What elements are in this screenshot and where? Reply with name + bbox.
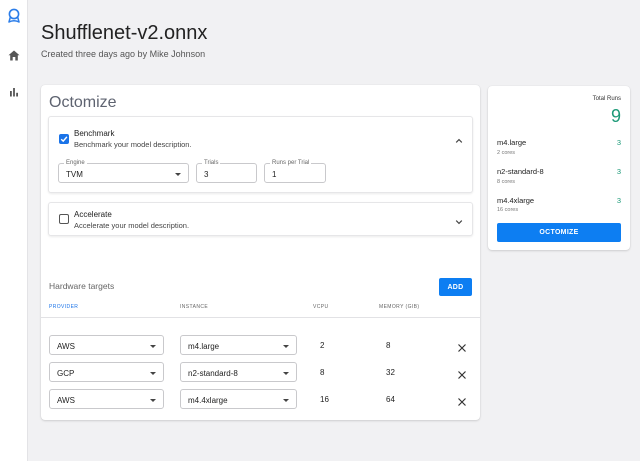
total-runs-label: Total Runs xyxy=(592,96,621,102)
run-summary-card: Total Runs 9 m4.large 2 cores 3 n2-stand… xyxy=(488,86,630,250)
summary-instance-name: m4.4xlarge xyxy=(497,196,535,205)
dropdown-caret-icon xyxy=(150,345,156,348)
benchmark-checkbox[interactable] xyxy=(59,134,69,144)
provider-select[interactable]: GCP xyxy=(49,362,164,382)
summary-instance-name: m4.large xyxy=(497,138,527,147)
instance-value: n2-standard-8 xyxy=(188,369,238,378)
page-subtitle: Created three days ago by Mike Johnson xyxy=(41,49,206,59)
summary-instance-cores: 2 cores xyxy=(497,150,516,156)
runs-per-trial-label: Runs per Trial xyxy=(270,159,312,167)
total-runs-count: 9 xyxy=(610,106,621,126)
vcpu-cell: 16 xyxy=(320,395,329,404)
bar-chart-icon[interactable] xyxy=(6,84,22,100)
accelerate-checkbox[interactable] xyxy=(59,214,69,224)
octomize-button[interactable]: OCTOMIZE xyxy=(497,223,621,242)
remove-row-icon[interactable] xyxy=(457,367,467,379)
memory-cell: 8 xyxy=(386,341,391,350)
instance-select[interactable]: m4.4xlarge xyxy=(180,389,297,409)
provider-value: GCP xyxy=(57,369,75,378)
dropdown-caret-icon xyxy=(283,372,289,375)
accelerate-panel: Accelerate Accelerate your model descrip… xyxy=(48,202,473,236)
instance-select[interactable]: n2-standard-8 xyxy=(180,362,297,382)
provider-select[interactable]: AWS xyxy=(49,335,164,355)
column-header-instance[interactable]: INSTANCE xyxy=(180,304,208,310)
runs-per-trial-value: 1 xyxy=(272,170,277,179)
engine-label: Engine xyxy=(64,159,87,167)
memory-cell: 32 xyxy=(386,368,395,377)
runs-per-trial-field[interactable]: Runs per Trial 1 xyxy=(264,159,326,183)
summary-instance-cores: 8 cores xyxy=(497,179,516,185)
trials-label: Trials xyxy=(202,159,221,167)
instance-select[interactable]: m4.large xyxy=(180,335,297,355)
home-icon[interactable] xyxy=(6,47,22,63)
summary-instance-count: 3 xyxy=(616,138,621,147)
dropdown-caret-icon xyxy=(283,345,289,348)
trials-field[interactable]: Trials 3 xyxy=(196,159,257,183)
nav-rail xyxy=(0,0,28,461)
remove-row-icon[interactable] xyxy=(457,340,467,352)
dropdown-caret-icon xyxy=(150,372,156,375)
accelerate-title: Accelerate xyxy=(74,210,112,219)
instance-value: m4.large xyxy=(188,342,220,351)
logo-icon[interactable] xyxy=(6,8,22,24)
chevron-up-icon[interactable] xyxy=(454,133,464,143)
column-header-vcpu[interactable]: VCPU xyxy=(313,304,329,310)
vcpu-cell: 2 xyxy=(320,341,325,350)
memory-cell: 64 xyxy=(386,395,395,404)
engine-value: TVM xyxy=(66,170,83,179)
summary-instance-name: n2-standard-8 xyxy=(497,167,544,176)
dropdown-caret-icon xyxy=(150,399,156,402)
octomize-heading: Octomize xyxy=(49,94,117,111)
accelerate-description: Accelerate your model description. xyxy=(74,221,190,230)
vcpu-cell: 8 xyxy=(320,368,325,377)
table-divider xyxy=(41,317,480,318)
summary-instance-count: 3 xyxy=(616,167,621,176)
add-target-button[interactable]: ADD xyxy=(439,278,472,296)
engine-select[interactable]: Engine TVM xyxy=(58,159,189,183)
dropdown-caret-icon xyxy=(175,173,181,176)
benchmark-panel: Benchmark Benchmark your model descripti… xyxy=(48,116,473,193)
octomize-card: Octomize Benchmark Benchmark your model … xyxy=(41,85,480,420)
column-header-memory[interactable]: MEMORY (GIB) xyxy=(379,304,419,310)
remove-row-icon[interactable] xyxy=(457,394,467,406)
column-header-provider[interactable]: PROVIDER xyxy=(49,304,78,310)
page-title: Shufflenet-v2.onnx xyxy=(41,22,208,44)
chevron-down-icon[interactable] xyxy=(454,214,464,225)
summary-instance-count: 3 xyxy=(616,196,621,205)
benchmark-description: Benchmark your model description. xyxy=(74,140,192,149)
instance-value: m4.4xlarge xyxy=(188,396,228,405)
dropdown-caret-icon xyxy=(283,399,289,402)
provider-select[interactable]: AWS xyxy=(49,389,164,409)
provider-value: AWS xyxy=(57,342,75,351)
summary-instance-cores: 16 cores xyxy=(497,207,519,213)
provider-value: AWS xyxy=(57,396,75,405)
benchmark-title: Benchmark xyxy=(74,129,115,138)
trials-value: 3 xyxy=(204,170,209,179)
hardware-targets-title: Hardware targets xyxy=(49,281,115,291)
